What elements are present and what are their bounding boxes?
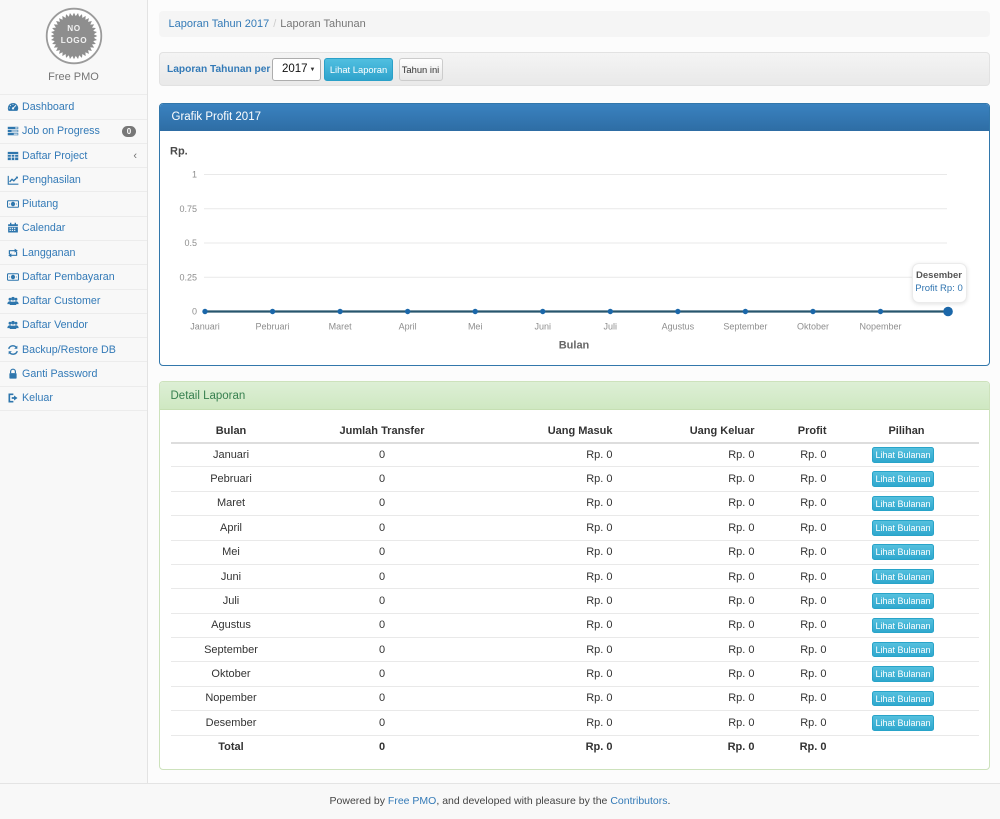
- svg-text:Nopember: Nopember: [859, 321, 901, 331]
- svg-text:0: 0: [191, 306, 196, 316]
- svg-text:0.5: 0.5: [184, 238, 197, 248]
- svg-text:April: April: [398, 321, 416, 331]
- svg-text:Bulan: Bulan: [558, 339, 589, 351]
- svg-text:September: September: [723, 321, 767, 331]
- svg-text:Maret: Maret: [328, 321, 352, 331]
- svg-text:0.25: 0.25: [179, 272, 197, 282]
- svg-text:Oktober: Oktober: [796, 321, 828, 331]
- svg-text:Januari: Januari: [190, 321, 220, 331]
- svg-text:Agustus: Agustus: [661, 321, 694, 331]
- svg-text:LOGO: LOGO: [60, 36, 87, 45]
- svg-text:NO: NO: [67, 24, 81, 33]
- svg-text:Rp.: Rp.: [170, 145, 188, 157]
- svg-text:0.75: 0.75: [179, 203, 197, 213]
- svg-text:Juni: Juni: [534, 321, 551, 331]
- svg-text:Pebruari: Pebruari: [255, 321, 289, 331]
- svg-text:1: 1: [191, 169, 196, 179]
- svg-text:Mei: Mei: [467, 321, 482, 331]
- svg-text:Juli: Juli: [603, 321, 617, 331]
